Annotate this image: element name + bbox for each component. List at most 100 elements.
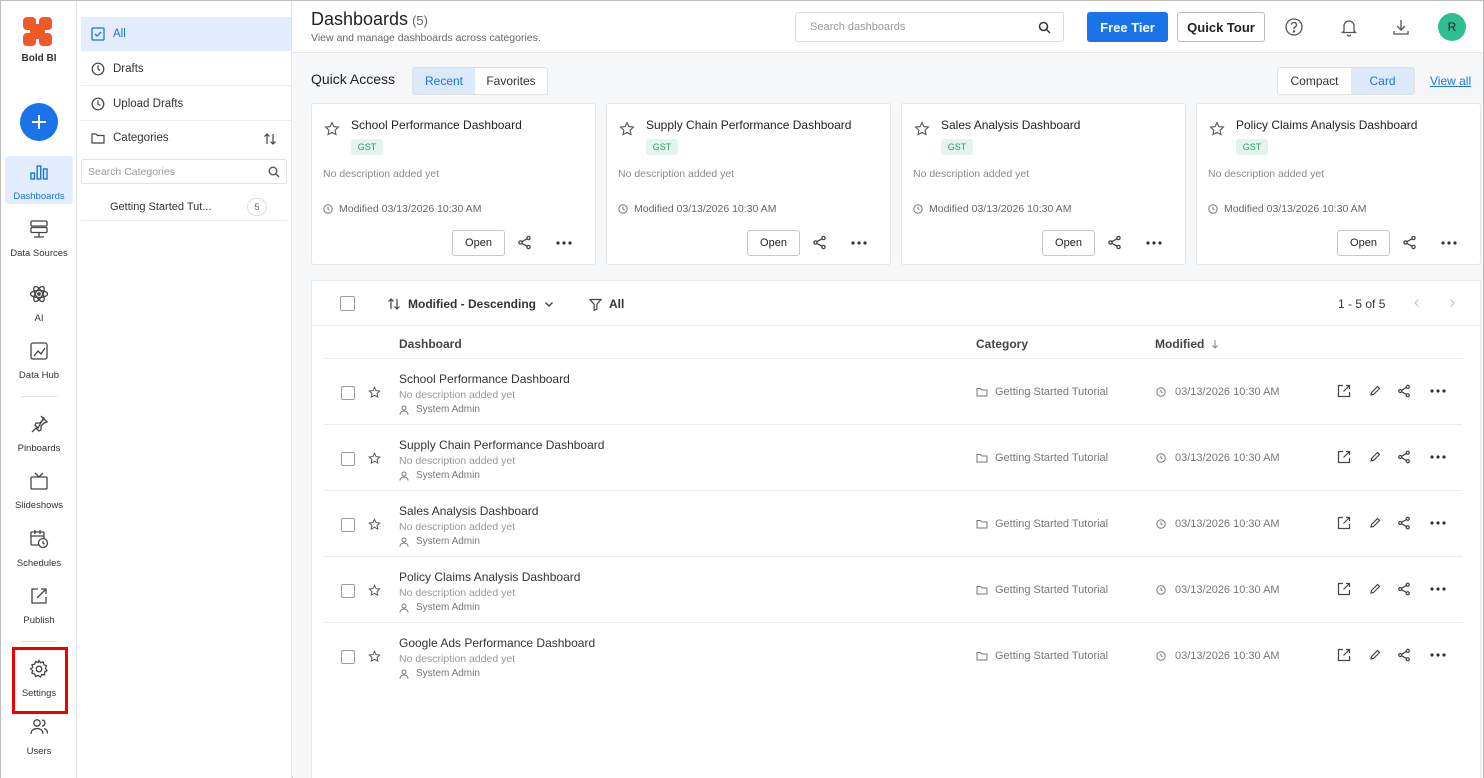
nav-data-hub[interactable]: Data Hub — [5, 335, 73, 383]
edit-icon[interactable] — [1367, 647, 1383, 663]
share-icon[interactable] — [1396, 581, 1412, 597]
tab-favorites[interactable]: Favorites — [475, 68, 547, 94]
tab-recent[interactable]: Recent — [413, 68, 475, 94]
share-icon[interactable] — [1402, 235, 1417, 250]
row-checkbox[interactable] — [341, 650, 355, 664]
row-dashboard-name[interactable]: Google Ads Performance Dashboard — [399, 636, 595, 650]
free-tier-button[interactable]: Free Tier — [1087, 12, 1168, 42]
user-avatar[interactable]: R — [1438, 13, 1466, 41]
more-options-icon[interactable] — [1428, 581, 1448, 597]
table-row[interactable]: Policy Claims Analysis Dashboard No desc… — [324, 556, 1462, 622]
star-icon[interactable] — [1209, 121, 1225, 137]
row-dashboard-name[interactable]: School Performance Dashboard — [399, 372, 570, 386]
share-icon[interactable] — [1396, 383, 1412, 399]
dashboard-card[interactable]: School Performance Dashboard GST No desc… — [311, 103, 596, 265]
category-item[interactable]: Getting Started Tut... 5 — [81, 193, 287, 221]
row-checkbox[interactable] — [341, 584, 355, 598]
row-dashboard-name[interactable]: Sales Analysis Dashboard — [399, 504, 538, 518]
panel-item-upload-drafts[interactable]: Upload Drafts — [81, 87, 291, 121]
dashboard-card[interactable]: Sales Analysis Dashboard GST No descript… — [901, 103, 1186, 265]
more-options-icon[interactable] — [1428, 515, 1448, 531]
more-options-icon[interactable] — [1428, 449, 1448, 465]
more-options-icon[interactable] — [1428, 647, 1448, 663]
dashboard-search-input[interactable]: Search dashboards — [795, 12, 1064, 42]
star-icon[interactable] — [368, 452, 381, 465]
share-icon[interactable] — [1107, 235, 1122, 250]
table-row[interactable]: School Performance Dashboard No descript… — [324, 358, 1462, 424]
share-icon[interactable] — [517, 235, 532, 250]
table-row[interactable]: Google Ads Performance Dashboard No desc… — [324, 622, 1462, 688]
edit-icon[interactable] — [1367, 449, 1383, 465]
more-options-icon[interactable] — [555, 237, 573, 249]
nav-pinboards[interactable]: Pinboards — [5, 408, 73, 456]
category-search-input[interactable]: Search Categories — [81, 159, 287, 184]
nav-data-sources[interactable]: Data Sources — [5, 213, 73, 261]
create-button[interactable] — [20, 103, 58, 141]
view-all-link[interactable]: View all — [1430, 74, 1471, 88]
share-icon[interactable] — [1396, 515, 1412, 531]
nav-schedules[interactable]: Schedules — [5, 523, 73, 571]
share-icon[interactable] — [1396, 449, 1412, 465]
star-icon[interactable] — [324, 121, 340, 137]
share-icon[interactable] — [812, 235, 827, 250]
table-row[interactable]: Sales Analysis Dashboard No description … — [324, 490, 1462, 556]
open-button[interactable]: Open — [747, 230, 800, 256]
select-all-checkbox[interactable] — [340, 296, 355, 311]
dashboard-card[interactable]: Supply Chain Performance Dashboard GST N… — [606, 103, 891, 265]
column-header-modified[interactable]: Modified — [1155, 337, 1220, 351]
panel-item-all[interactable]: All — [81, 17, 291, 51]
star-icon[interactable] — [368, 386, 381, 399]
more-options-icon[interactable] — [850, 237, 868, 249]
quick-tour-button[interactable]: Quick Tour — [1177, 12, 1265, 42]
view-compact[interactable]: Compact — [1278, 68, 1351, 94]
card-title[interactable]: Policy Claims Analysis Dashboard — [1236, 118, 1417, 132]
filter-dropdown[interactable]: All — [589, 297, 624, 311]
next-page-icon[interactable] — [1447, 298, 1457, 308]
star-icon[interactable] — [619, 121, 635, 137]
bold-bi-logo[interactable] — [21, 15, 55, 49]
card-title[interactable]: School Performance Dashboard — [351, 118, 522, 132]
help-icon[interactable] — [1284, 17, 1304, 37]
sort-dropdown[interactable]: Modified - Descending — [387, 297, 554, 311]
star-icon[interactable] — [368, 584, 381, 597]
sort-categories-icon[interactable] — [263, 132, 277, 146]
row-checkbox[interactable] — [341, 518, 355, 532]
bell-icon[interactable] — [1339, 17, 1359, 37]
edit-icon[interactable] — [1367, 515, 1383, 531]
card-title[interactable]: Sales Analysis Dashboard — [941, 118, 1080, 132]
panel-item-drafts[interactable]: Drafts — [81, 52, 291, 86]
prev-page-icon[interactable] — [1412, 298, 1422, 308]
star-icon[interactable] — [368, 650, 381, 663]
dashboard-card[interactable]: Policy Claims Analysis Dashboard GST No … — [1196, 103, 1481, 265]
panel-item-categories[interactable]: Categories — [81, 121, 291, 155]
open-button[interactable]: Open — [1042, 230, 1095, 256]
nav-users[interactable]: Users — [5, 711, 73, 759]
nav-slideshows[interactable]: Slideshows — [5, 465, 73, 513]
card-title[interactable]: Supply Chain Performance Dashboard — [646, 118, 851, 132]
row-checkbox[interactable] — [341, 386, 355, 400]
open-external-icon[interactable] — [1336, 383, 1352, 399]
nav-ai[interactable]: AI — [5, 278, 73, 326]
nav-dashboards[interactable]: Dashboards — [5, 156, 73, 204]
share-icon[interactable] — [1396, 647, 1412, 663]
row-checkbox[interactable] — [341, 452, 355, 466]
table-row[interactable]: Supply Chain Performance Dashboard No de… — [324, 424, 1462, 490]
more-options-icon[interactable] — [1440, 237, 1458, 249]
more-options-icon[interactable] — [1428, 383, 1448, 399]
more-options-icon[interactable] — [1145, 237, 1163, 249]
open-button[interactable]: Open — [1337, 230, 1390, 256]
star-icon[interactable] — [914, 121, 930, 137]
row-dashboard-name[interactable]: Policy Claims Analysis Dashboard — [399, 570, 580, 584]
column-header-dashboard[interactable]: Dashboard — [399, 337, 462, 351]
edit-icon[interactable] — [1367, 383, 1383, 399]
row-dashboard-name[interactable]: Supply Chain Performance Dashboard — [399, 438, 604, 452]
column-header-category[interactable]: Category — [976, 337, 1028, 351]
open-external-icon[interactable] — [1336, 581, 1352, 597]
star-icon[interactable] — [368, 518, 381, 531]
open-external-icon[interactable] — [1336, 515, 1352, 531]
nav-publish[interactable]: Publish — [5, 580, 73, 628]
download-icon[interactable] — [1391, 17, 1411, 37]
open-button[interactable]: Open — [452, 230, 505, 256]
edit-icon[interactable] — [1367, 581, 1383, 597]
view-card[interactable]: Card — [1351, 68, 1414, 94]
